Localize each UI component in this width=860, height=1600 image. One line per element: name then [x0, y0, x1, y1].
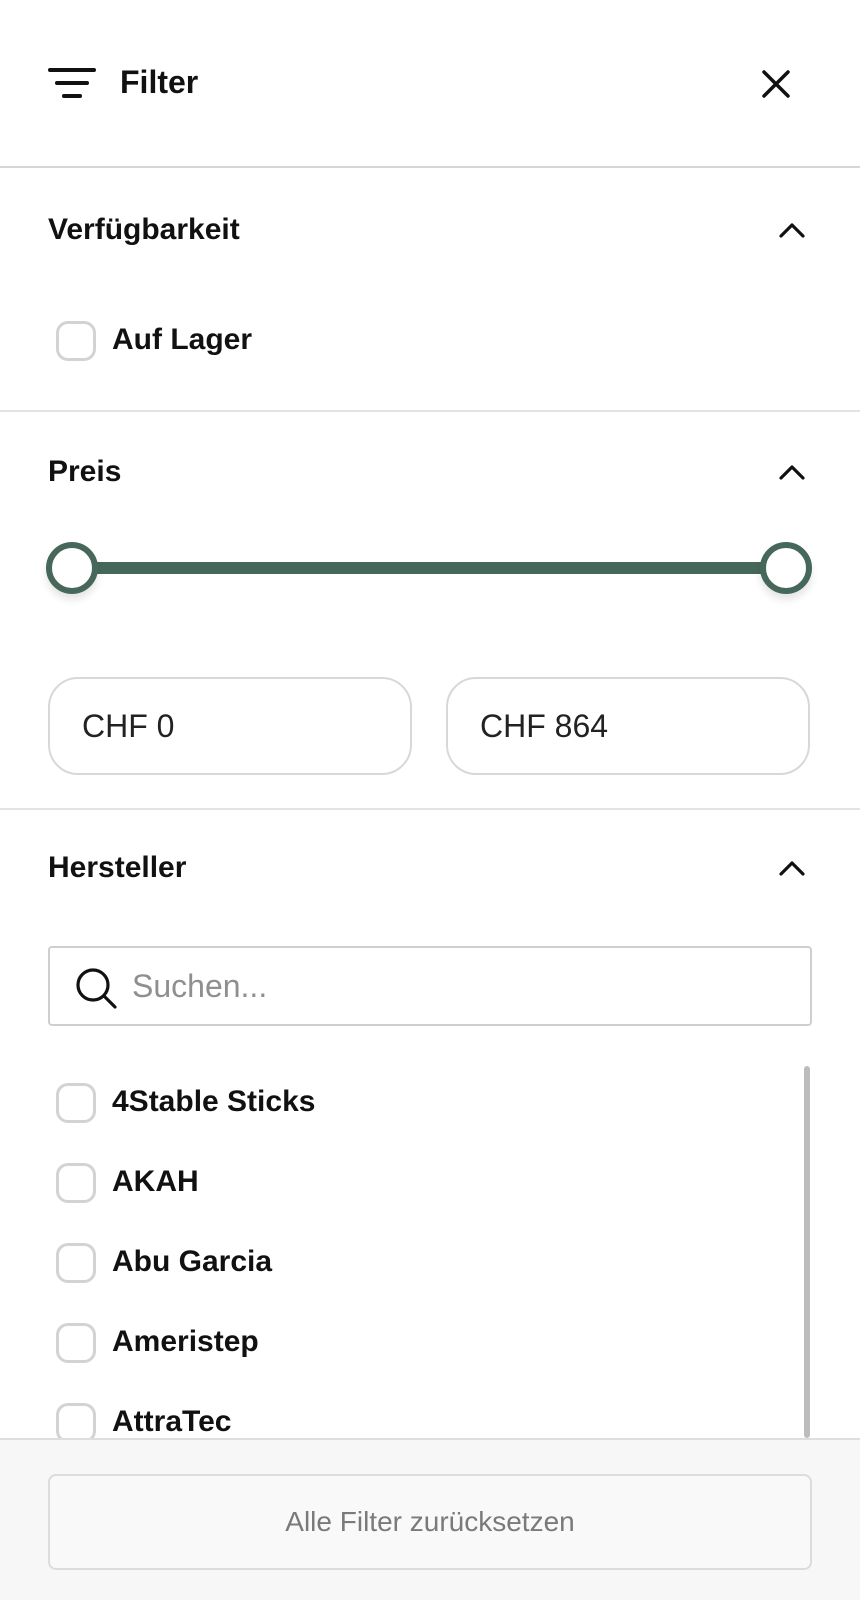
manufacturer-list-scrollbar[interactable] [804, 1066, 810, 1438]
in-stock-checkbox[interactable] [56, 321, 96, 361]
chevron-up-icon[interactable] [776, 214, 808, 246]
in-stock-label: Auf Lager [112, 323, 253, 356]
search-icon [76, 968, 117, 1009]
manufacturer-label: Ameristep [112, 1325, 259, 1358]
availability-title: Verfügbarkeit [48, 213, 240, 246]
manufacturer-title: Hersteller [48, 851, 187, 884]
price-max-input[interactable] [446, 677, 810, 775]
manufacturer-label: AttraTec [112, 1405, 232, 1438]
manufacturer-list[interactable]: 4Stable Sticks AKAH Abu Garcia Ameristep… [0, 1064, 860, 1438]
price-title: Preis [48, 455, 122, 488]
availability-section: Verfügbarkeit Auf Lager [0, 168, 860, 412]
price-slider-track[interactable] [72, 562, 786, 574]
chevron-up-icon[interactable] [776, 456, 808, 488]
filter-title: Filter [120, 64, 199, 100]
manufacturer-checkbox[interactable] [56, 1163, 96, 1203]
manufacturer-checkbox[interactable] [56, 1083, 96, 1123]
manufacturer-label: AKAH [112, 1165, 199, 1198]
manufacturer-search-box [48, 946, 812, 1026]
manufacturer-checkbox[interactable] [56, 1403, 96, 1438]
reset-filters-button[interactable]: Alle Filter zurücksetzen [48, 1474, 812, 1570]
filter-footer: Alle Filter zurücksetzen [0, 1438, 860, 1600]
price-slider-max-handle[interactable] [760, 542, 812, 594]
price-min-input[interactable] [48, 677, 412, 775]
manufacturer-label: Abu Garcia [112, 1245, 273, 1278]
manufacturer-checkbox[interactable] [56, 1323, 96, 1363]
chevron-up-icon[interactable] [776, 852, 808, 884]
price-slider-min-handle[interactable] [46, 542, 98, 594]
filter-lines-icon [48, 68, 96, 98]
filter-header: Filter [0, 0, 860, 168]
manufacturer-checkbox[interactable] [56, 1243, 96, 1283]
manufacturer-search-input[interactable] [130, 956, 790, 1016]
manufacturer-label: 4Stable Sticks [112, 1085, 316, 1118]
close-icon[interactable] [756, 64, 796, 104]
